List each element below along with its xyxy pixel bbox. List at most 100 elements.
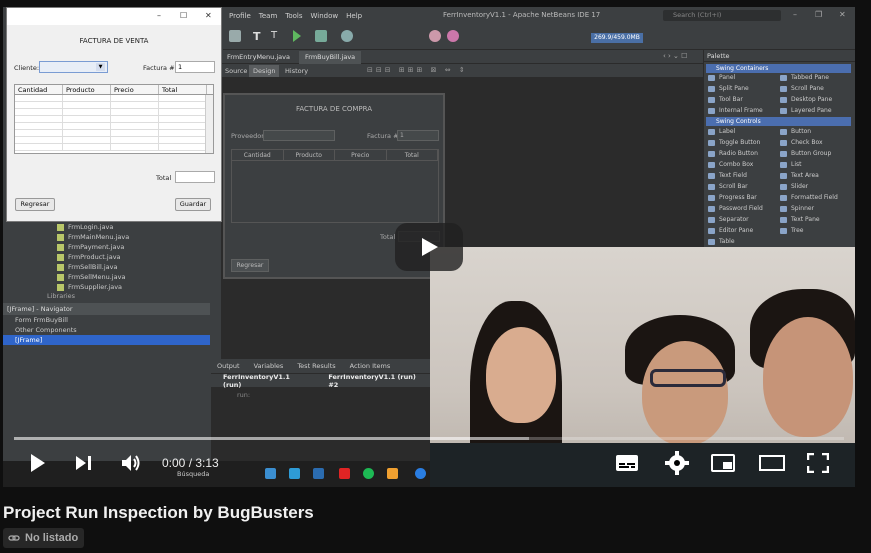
profile-icon[interactable] [341,30,353,42]
tab-design[interactable]: Design [249,65,280,77]
palette-item[interactable]: Toggle Button [708,139,760,146]
minimize-icon[interactable]: – [793,10,797,19]
palette-item[interactable]: Scroll Bar [708,183,748,190]
file-item[interactable]: FrmLogin.java [3,222,210,232]
table-row[interactable] [15,116,213,123]
palette-item[interactable]: Combo Box [708,161,753,168]
purchase-table[interactable]: Cantidad Producto Precio Total [231,149,439,223]
palette-item[interactable]: Password Field [708,205,763,212]
gc-icon[interactable] [429,30,441,42]
table-row[interactable] [15,109,213,116]
back-button[interactable]: Regresar [231,259,269,272]
theater-mode-icon[interactable] [759,454,785,472]
memory-indicator[interactable]: 269.9/459.0MB [591,33,643,43]
file-item[interactable]: FrmSellMenu.java [3,272,210,282]
menu-tools[interactable]: Tools [285,12,302,20]
provider-combo[interactable] [263,130,335,141]
palette-item[interactable]: Formatted Field [780,194,838,201]
palette-item[interactable]: Editor Pane [708,227,753,234]
tab-variables[interactable]: Variables [254,362,284,370]
total-field[interactable] [175,171,215,183]
palette-section[interactable]: Swing Containers [706,64,851,73]
globe-icon[interactable] [229,30,241,42]
column-header[interactable]: Cantidad [15,85,63,94]
play-icon[interactable] [29,453,47,473]
alignment-tools-icon[interactable]: ⊟⊟⊟ ⊞⊞⊞ ⊠ ⇔ ⇕ [367,66,468,74]
tab-output[interactable]: Output [217,362,240,370]
table-row[interactable] [15,95,213,102]
tab-nav-icon[interactable]: ‹ › ⌄ ☐ [663,52,687,60]
ide-search-input[interactable]: Search (Ctrl+I) [663,10,781,21]
palette-item[interactable]: Internal Frame [708,107,763,114]
libraries-node[interactable]: Libraries [3,292,210,301]
palette-item[interactable]: Separator [708,216,749,223]
palette-item[interactable]: Desktop Pane [780,96,832,103]
menu-help[interactable]: Help [346,12,362,20]
column-header[interactable]: Cantidad [232,150,284,160]
column-header[interactable]: Precio [335,150,387,160]
subtitles-icon[interactable] [615,453,639,473]
column-header[interactable]: Producto [284,150,335,160]
palette-item[interactable]: Label [708,128,735,135]
palette-item[interactable]: Radio Button [708,150,758,157]
table-scrollbar[interactable] [205,95,213,153]
run-tab[interactable]: FerrInventoryV1.1 (run) #2 [328,373,421,389]
tab-frmentrymenu[interactable]: FrmEntryMenu.java [221,51,296,64]
table-row[interactable] [15,123,213,130]
video-player[interactable]: Profile Team Tools Window Help FerrInven… [3,7,855,487]
maximize-icon[interactable]: ☐ [180,11,187,20]
column-header[interactable]: Total [387,150,438,160]
save-button[interactable]: Guardar [175,198,211,211]
palette-item[interactable]: Tool Bar [708,96,743,103]
sales-table[interactable]: Cantidad Producto Precio Total [14,84,214,154]
tab-action-items[interactable]: Action Items [350,362,391,370]
invoice-field[interactable]: 1 [175,61,215,73]
maximize-icon[interactable]: ❐ [815,10,822,19]
run-tab[interactable]: FerrInventoryV1.1 (run) [223,373,304,389]
palette-item[interactable]: Layered Pane [780,107,832,114]
file-item[interactable]: FrmPayment.java [3,242,210,252]
palette-item[interactable]: Tree [780,227,804,234]
clean-build-icon[interactable]: T [271,30,283,42]
palette-item[interactable]: Text Area [780,172,819,179]
settings-gear-icon[interactable] [665,451,689,475]
column-header[interactable]: Precio [111,85,159,94]
profiler-icon[interactable] [447,30,459,42]
palette-item[interactable]: Check Box [780,139,823,146]
palette-item[interactable]: Slider [780,183,808,190]
navigator-row[interactable]: Form FrmBuyBill [3,315,210,325]
debug-icon[interactable] [315,30,327,42]
tab-history[interactable]: History [281,65,312,77]
fullscreen-icon[interactable] [807,453,829,473]
run-icon[interactable] [293,30,301,42]
file-item[interactable]: FrmSellBill.java [3,262,210,272]
palette-item[interactable]: Button Group [780,150,831,157]
miniplayer-icon[interactable] [711,453,735,473]
palette-item[interactable]: Scroll Pane [780,85,824,92]
tab-test-results[interactable]: Test Results [297,362,335,370]
close-icon[interactable]: ✕ [205,11,212,20]
back-button[interactable]: Regresar [15,198,55,211]
next-icon[interactable] [75,455,93,471]
build-hammer-icon[interactable]: T [253,30,265,43]
table-row[interactable] [15,102,213,109]
close-icon[interactable]: ✕ [839,10,846,19]
palette-item[interactable]: Spinner [780,205,814,212]
menu-window[interactable]: Window [311,12,339,20]
big-play-button[interactable] [395,223,463,271]
menu-profile[interactable]: Profile [229,12,251,20]
client-combo[interactable]: ▼ [39,61,108,73]
table-row[interactable] [15,144,213,151]
navigator-row[interactable]: [JFrame] [3,335,210,345]
file-item[interactable]: FrmMainMenu.java [3,232,210,242]
column-header[interactable]: Total [159,85,207,94]
tab-source[interactable]: Source [221,65,251,77]
palette-item[interactable]: List [780,161,802,168]
menu-team[interactable]: Team [259,12,278,20]
palette-item[interactable]: Panel [708,74,735,81]
invoice-field[interactable]: 1 [397,130,439,141]
palette-section[interactable]: Swing Controls [706,117,851,126]
table-row[interactable] [15,130,213,137]
minimize-icon[interactable]: – [157,11,161,20]
file-item[interactable]: FrmProduct.java [3,252,210,262]
